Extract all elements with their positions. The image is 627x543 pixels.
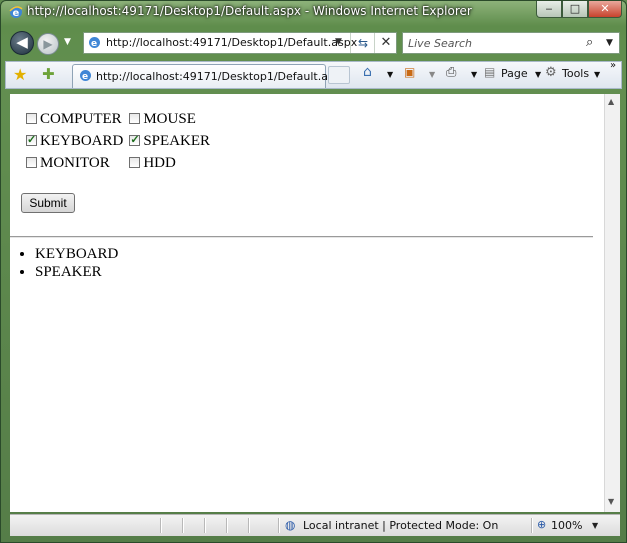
checkbox-label: HDD — [143, 154, 176, 171]
svg-text:e: e — [91, 39, 97, 49]
checkbox-label: SPEAKER — [143, 132, 211, 149]
checkbox-list: COMPUTER MOUSE KEYBOARD SPEAKER MONITOR … — [26, 108, 216, 174]
status-separator — [278, 518, 280, 533]
favorites-star-icon[interactable]: ★ — [13, 65, 27, 84]
status-separator — [531, 518, 533, 533]
ie-logo-icon: e — [9, 6, 23, 19]
print-icon[interactable]: ⎙ — [446, 65, 456, 80]
close-button[interactable]: ✕ — [588, 1, 622, 18]
tab-bar: ★ ✚ e http://localhost:49171/Desktop1/De… — [5, 60, 622, 89]
minimize-button[interactable]: ‒ — [536, 1, 562, 18]
search-dropdown-icon[interactable]: ▼ — [606, 38, 613, 48]
search-icon[interactable]: ⌕ — [586, 35, 593, 50]
tab-title: http://localhost:49171/Desktop1/Default.… — [96, 70, 348, 83]
scroll-down-icon[interactable]: ▼ — [608, 497, 614, 506]
page-icon: e — [89, 37, 100, 49]
checkbox[interactable] — [129, 112, 141, 124]
checkbox[interactable] — [26, 156, 37, 168]
add-favorites-icon[interactable]: ✚ — [42, 65, 55, 83]
vertical-scrollbar[interactable]: ▲ ▼ — [604, 94, 620, 512]
scroll-up-icon[interactable]: ▲ — [608, 97, 614, 106]
home-icon[interactable]: ⌂ — [363, 64, 372, 80]
checkbox-label: MOUSE — [143, 110, 196, 127]
back-button[interactable]: ◀ — [10, 31, 34, 55]
page-dropdown-icon[interactable]: ▼ — [535, 70, 541, 79]
tab-page-icon: e — [80, 70, 91, 82]
submit-button[interactable]: Submit — [21, 193, 75, 213]
arrow-left-icon: ◀ — [16, 33, 28, 51]
zoom-dropdown-icon[interactable]: ▼ — [592, 521, 598, 530]
status-separator — [204, 518, 206, 533]
checkbox-label: KEYBOARD — [40, 132, 124, 149]
status-separator — [226, 518, 228, 533]
status-bar: ◍ Local intranet | Protected Mode: On ⊕ … — [10, 514, 620, 536]
feeds-dropdown-icon[interactable]: ▼ — [429, 70, 435, 79]
option-hdd[interactable]: HDD — [129, 152, 216, 174]
option-monitor[interactable]: MONITOR — [26, 152, 129, 174]
tools-menu[interactable]: Tools — [562, 67, 589, 80]
address-bar[interactable]: e http://localhost:49171/Desktop1/Defaul… — [83, 32, 397, 54]
refresh-icon[interactable]: ⇆ — [350, 33, 375, 53]
stop-icon[interactable]: ✕ — [374, 33, 397, 53]
option-computer[interactable]: COMPUTER — [26, 108, 129, 130]
gear-icon: ⚙ — [545, 65, 557, 80]
search-box[interactable]: Live Search ⌕ ▼ — [402, 32, 620, 54]
svg-text:e: e — [82, 72, 88, 82]
recent-pages-dropdown-icon[interactable]: ▼ — [64, 37, 71, 47]
selected-items-list: KEYBOARD SPEAKER — [10, 245, 118, 281]
option-mouse[interactable]: MOUSE — [129, 108, 216, 130]
status-separator — [182, 518, 184, 533]
tools-dropdown-icon[interactable]: ▼ — [594, 70, 600, 79]
security-zone[interactable]: Local intranet | Protected Mode: On — [303, 519, 498, 532]
page-content: COMPUTER MOUSE KEYBOARD SPEAKER MONITOR … — [10, 94, 604, 512]
search-input[interactable]: Live Search — [408, 37, 472, 50]
checkbox-label: MONITOR — [40, 154, 110, 171]
browser-window: e http://localhost:49171/Desktop1/Defaul… — [0, 0, 627, 543]
window-title: http://localhost:49171/Desktop1/Default.… — [27, 4, 472, 18]
print-dropdown-icon[interactable]: ▼ — [471, 70, 477, 79]
list-item: SPEAKER — [35, 263, 118, 281]
arrow-right-icon: ▶ — [43, 37, 53, 51]
forward-button[interactable]: ▶ — [37, 33, 59, 55]
tab-current[interactable]: e http://localhost:49171/Desktop1/Defaul… — [72, 64, 347, 88]
title-bar[interactable]: e http://localhost:49171/Desktop1/Defaul… — [1, 1, 626, 23]
address-dropdown-icon[interactable]: ▼ — [335, 37, 342, 47]
zoom-icon[interactable]: ⊕ — [537, 518, 546, 531]
toolbar-overflow-icon[interactable]: » — [610, 60, 616, 71]
checkbox[interactable] — [26, 112, 37, 124]
home-dropdown-icon[interactable]: ▼ — [387, 70, 393, 79]
list-item: KEYBOARD — [35, 245, 118, 263]
status-separator — [248, 518, 250, 533]
svg-text:e: e — [13, 8, 20, 19]
page-menu[interactable]: Page — [501, 67, 528, 80]
checkbox-label: COMPUTER — [40, 110, 122, 127]
address-input[interactable]: http://localhost:49171/Desktop1/Default.… — [106, 36, 357, 49]
new-tab-button[interactable] — [328, 66, 350, 84]
option-speaker[interactable]: SPEAKER — [129, 130, 216, 152]
page-icon: ▤ — [484, 65, 496, 79]
checkbox[interactable] — [26, 133, 37, 146]
option-keyboard[interactable]: KEYBOARD — [26, 130, 129, 152]
maximize-button[interactable]: □ — [562, 1, 588, 18]
divider — [10, 236, 593, 238]
zoom-level[interactable]: 100% — [551, 519, 582, 532]
status-separator — [160, 518, 162, 533]
checkbox[interactable] — [129, 156, 141, 168]
globe-icon: ◍ — [285, 518, 296, 532]
navigation-bar: ◀ ▶ ▼ e http://localhost:49171/Desktop1/… — [1, 27, 626, 59]
feeds-icon[interactable]: ▣ — [404, 65, 415, 79]
checkbox[interactable] — [129, 133, 141, 146]
